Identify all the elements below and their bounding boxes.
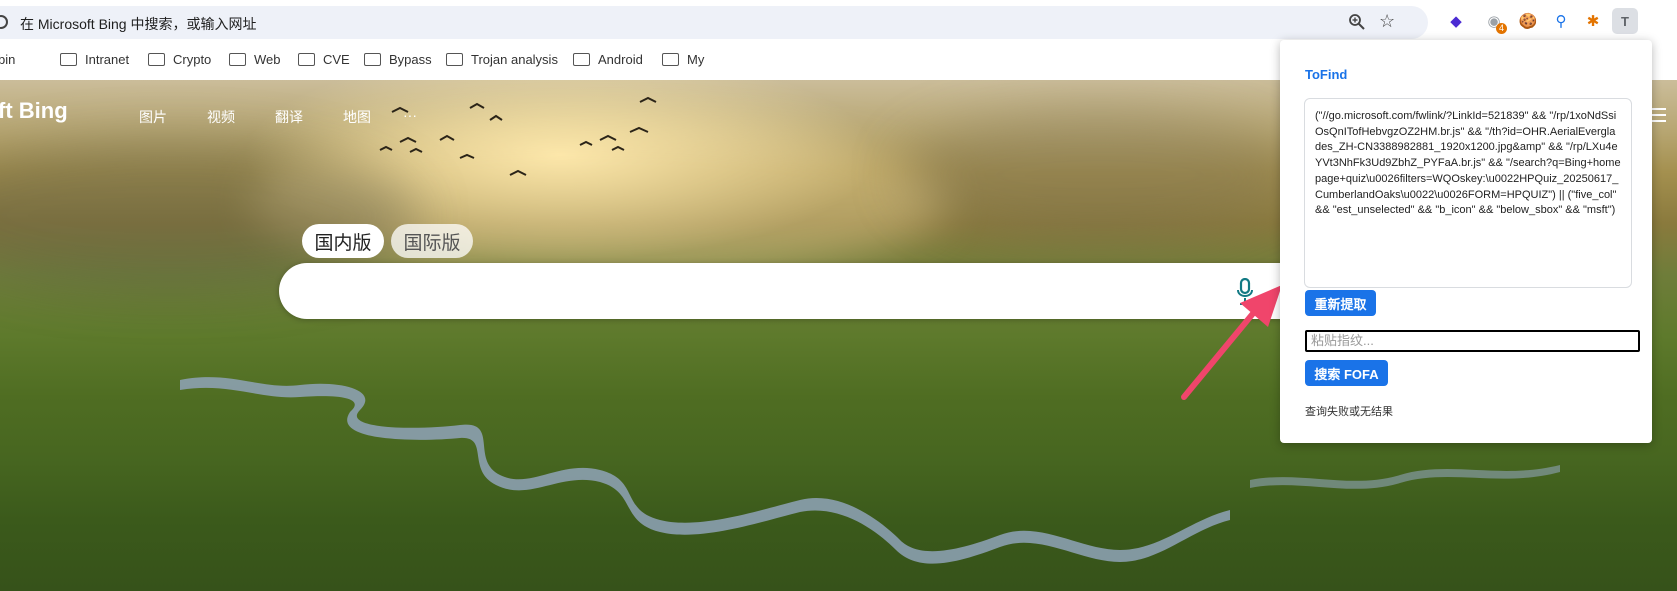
tofind-popup: ToFind ("//go.microsoft.com/fwlink/?Link…	[1280, 40, 1652, 443]
refetch-button[interactable]: 重新提取	[1305, 290, 1376, 316]
cookie-extension-icon[interactable]: 🍪	[1515, 8, 1541, 34]
paste-fingerprint-input[interactable]: 粘贴指纹...	[1305, 330, 1640, 352]
bookmark-item[interactable]: bin	[0, 52, 15, 67]
popup-title: ToFind	[1305, 67, 1348, 82]
purple-cube-extension-icon[interactable]: ◆	[1443, 8, 1469, 34]
tab-domestic[interactable]: 国内版	[302, 224, 384, 258]
search-icon	[0, 15, 8, 29]
nav-videos[interactable]: 视频	[207, 107, 235, 127]
address-bar-placeholder: 在 Microsoft Bing 中搜索，或输入网址	[20, 16, 257, 32]
bookmark-label: My	[687, 52, 705, 67]
bookmark-label: CVE	[323, 52, 350, 67]
bookmark-folder[interactable]: CVE	[298, 52, 350, 67]
bing-logo-text[interactable]: ft Bing	[0, 98, 68, 124]
extension-badge: 4	[1495, 23, 1507, 34]
tofind-extension-icon[interactable]: T	[1612, 8, 1638, 34]
pin-extension-icon[interactable]: ⚲	[1548, 8, 1574, 34]
bookmark-label: Android	[598, 52, 643, 67]
bookmark-folder[interactable]: Web	[229, 52, 281, 67]
bookmark-label: Trojan analysis	[471, 52, 558, 67]
nav-translate[interactable]: 翻译	[275, 107, 303, 127]
bookmark-folder[interactable]: Android	[573, 52, 643, 67]
folder-icon	[148, 53, 165, 66]
gray-extension-icon[interactable]: ◉ 4	[1481, 8, 1507, 34]
query-status-text: 查询失败或无结果	[1305, 406, 1393, 418]
browser-toolbar: 在 Microsoft Bing 中搜索，或输入网址 ☆ ◆ ◉ 4 🍪 ⚲ ✱ T	[0, 0, 1677, 42]
puzzle-extension-icon[interactable]: ✱	[1580, 8, 1606, 34]
address-bar[interactable]: 在 Microsoft Bing 中搜索，或输入网址 ☆	[0, 6, 1428, 39]
bookmark-folder[interactable]: Crypto	[148, 52, 211, 67]
nav-maps[interactable]: 地图	[343, 107, 371, 127]
folder-icon	[60, 53, 77, 66]
bookmark-folder[interactable]: Trojan analysis	[446, 52, 558, 67]
nav-images[interactable]: 图片	[139, 107, 167, 127]
fingerprint-textarea[interactable]: ("//go.microsoft.com/fwlink/?LinkId=5218…	[1304, 98, 1632, 288]
folder-icon	[662, 53, 679, 66]
bookmark-label: Intranet	[85, 52, 130, 67]
annotation-arrow	[1181, 285, 1282, 400]
folder-icon	[364, 53, 381, 66]
folder-icon	[229, 53, 246, 66]
bookmark-label: Web	[254, 52, 281, 67]
zoom-icon[interactable]	[1348, 13, 1366, 31]
folder-icon	[446, 53, 463, 66]
bookmark-folder[interactable]: My	[662, 52, 704, 67]
folder-icon	[573, 53, 590, 66]
bing-search-input[interactable]	[279, 263, 1309, 319]
bookmark-label: Crypto	[173, 52, 212, 67]
folder-icon	[298, 53, 315, 66]
bookmark-star-icon[interactable]: ☆	[1379, 11, 1395, 32]
bookmark-label: Bypass	[389, 52, 432, 67]
bookmark-folder[interactable]: Intranet	[60, 52, 129, 67]
bookmark-label: bin	[0, 52, 16, 67]
bookmark-folder[interactable]: Bypass	[364, 52, 432, 67]
hamburger-menu-icon[interactable]	[1650, 108, 1666, 122]
birds	[379, 96, 657, 176]
nav-more[interactable]: ···	[403, 107, 417, 123]
tab-international[interactable]: 国际版	[391, 224, 473, 258]
search-fofa-button[interactable]: 搜索 FOFA	[1305, 360, 1388, 386]
